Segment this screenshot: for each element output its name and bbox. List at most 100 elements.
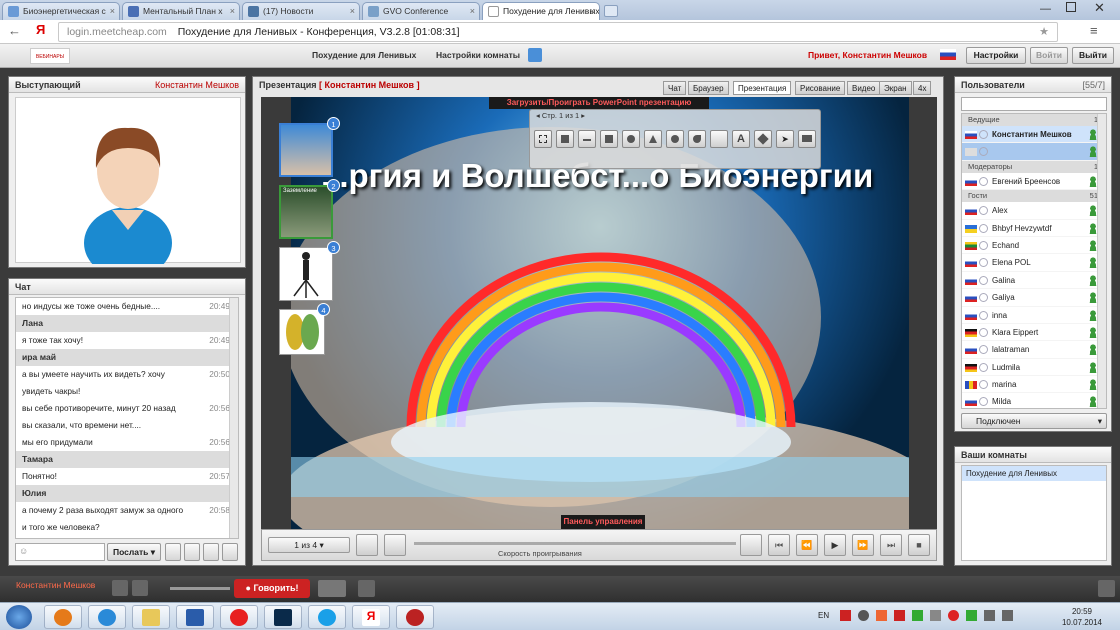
tab-presentation[interactable]: Презентация <box>733 81 792 95</box>
browser-tab[interactable]: Ментальный План х × <box>122 2 240 20</box>
user-group-header[interactable]: Модераторы 1 <box>962 160 1106 173</box>
previous-icon[interactable]: ⏪ <box>796 534 818 556</box>
ellipse-tool-icon[interactable] <box>666 130 684 148</box>
slide-thumbnail-2[interactable]: Заземление <box>279 185 333 239</box>
star-icon[interactable]: ★ <box>1039 25 1049 38</box>
close-icon[interactable]: × <box>110 6 115 16</box>
network-icon[interactable] <box>984 610 995 621</box>
close-icon[interactable]: × <box>230 6 235 16</box>
expand-icon[interactable] <box>1098 580 1115 597</box>
taskbar-app[interactable] <box>308 605 346 629</box>
user-row[interactable]: Константин Мешков <box>962 126 1106 144</box>
chat-messages[interactable]: но индусы же тоже очень бедные.... 20:49 Л… <box>15 297 239 539</box>
pointer-tool-icon[interactable]: ➤ <box>776 130 794 148</box>
screen-tool-icon[interactable] <box>798 130 816 148</box>
tray-icon[interactable] <box>912 610 923 621</box>
taskbar-app[interactable] <box>396 605 434 629</box>
text-tool-icon[interactable]: A <box>732 130 750 148</box>
taskbar-app[interactable] <box>220 605 258 629</box>
users-search-input[interactable] <box>961 97 1107 111</box>
user-row[interactable]: lalatraman <box>962 341 1106 359</box>
user-row[interactable] <box>962 143 1106 161</box>
slide-thumbnail-1[interactable] <box>279 123 333 177</box>
minimize-button[interactable]: — <box>1040 3 1051 15</box>
upload-ppt-button[interactable]: Загрузить/Проиграть PowerPoint презентац… <box>489 97 709 109</box>
taskbar-app[interactable] <box>264 605 302 629</box>
user-row[interactable]: inna <box>962 307 1106 324</box>
maximize-button[interactable] <box>1066 2 1076 12</box>
user-row[interactable]: Echand <box>962 237 1106 255</box>
logout-button[interactable]: Выйти <box>1072 47 1114 64</box>
rectangle-tool-icon[interactable] <box>600 130 618 148</box>
volume-slider[interactable] <box>170 587 230 590</box>
close-icon[interactable]: × <box>470 6 475 16</box>
blank-tool-icon[interactable] <box>710 130 728 148</box>
user-row[interactable]: Klara Eippert <box>962 324 1106 342</box>
browser-tab[interactable]: GVO Conference × <box>362 2 480 20</box>
eraser-tool-icon[interactable] <box>754 130 772 148</box>
lock-icon[interactable] <box>528 48 542 62</box>
close-icon[interactable]: × <box>350 6 355 16</box>
tab-4x[interactable]: 4x <box>913 81 932 95</box>
triangle-tool-icon[interactable] <box>644 130 662 148</box>
user-group-header[interactable]: Гости 51 <box>962 190 1106 203</box>
chat-input[interactable]: ☺ <box>15 543 105 561</box>
menu-icon[interactable]: ≡ <box>1090 23 1098 38</box>
close-window-button[interactable]: ✕ <box>1094 0 1105 16</box>
users-scrollbar[interactable] <box>1097 114 1106 408</box>
russia-flag-icon[interactable] <box>940 49 956 60</box>
user-row[interactable]: Евгений Бреенсов <box>962 173 1106 191</box>
next-icon[interactable]: ⏩ <box>852 534 874 556</box>
login-button[interactable]: Войти <box>1030 47 1068 64</box>
chat-tool-icon[interactable] <box>184 543 200 561</box>
tab-drawing[interactable]: Рисование <box>795 81 846 95</box>
taskbar-app[interactable] <box>88 605 126 629</box>
tray-icon[interactable] <box>840 610 851 621</box>
pencil-tool-icon[interactable] <box>556 130 574 148</box>
user-row[interactable]: Bhbyf Hevzywtdf <box>962 220 1106 237</box>
camera-icon[interactable] <box>132 580 148 596</box>
slide-thumbnail-3[interactable] <box>279 247 333 301</box>
slide-selector[interactable]: 1 из 4 ▾ <box>268 537 350 553</box>
tray-icon[interactable] <box>930 610 941 621</box>
slide-thumbnail-4[interactable] <box>279 309 325 355</box>
users-list[interactable]: Ведущие 1 Константин Мешков Модераторы 1 Евге… <box>961 113 1107 409</box>
list-icon[interactable] <box>356 534 378 556</box>
mic-icon[interactable] <box>112 580 128 596</box>
user-row[interactable]: Galiya <box>962 289 1106 307</box>
clock[interactable]: 20:59 10.07.2014 <box>1052 606 1112 628</box>
user-row[interactable]: Galina <box>962 272 1106 290</box>
user-row[interactable]: Alex <box>962 202 1106 220</box>
browser-tab[interactable]: (17) Новости × <box>242 2 360 20</box>
start-button[interactable] <box>6 605 32 629</box>
tab-browser[interactable]: Браузер <box>688 81 729 95</box>
control-panel-label[interactable]: Панель управления <box>561 515 645 529</box>
user-row[interactable]: Milda <box>962 393 1106 408</box>
settings-button[interactable]: Настройки <box>966 47 1026 64</box>
tray-icon[interactable] <box>876 610 887 621</box>
close-icon[interactable]: × <box>590 6 595 16</box>
status-select[interactable]: Подключен ▾ <box>961 413 1107 429</box>
taskbar-app[interactable]: Я <box>352 605 390 629</box>
send-button[interactable]: Послать ▾ <box>107 543 161 561</box>
select-tool-icon[interactable] <box>534 130 552 148</box>
back-arrow-icon[interactable]: ← <box>8 23 21 38</box>
language-indicator[interactable]: EN <box>818 611 829 620</box>
new-tab-button[interactable] <box>604 5 618 17</box>
play-icon[interactable]: ▶ <box>824 534 846 556</box>
speak-button[interactable]: ● Говорить! <box>234 579 310 598</box>
room-item[interactable]: Похудение для Ленивых <box>962 466 1106 481</box>
tab-chat[interactable]: Чат <box>663 81 687 95</box>
tray-icon[interactable] <box>858 610 869 621</box>
chat-scrollbar[interactable] <box>229 298 238 538</box>
room-settings-link[interactable]: Настройки комнаты <box>436 50 520 60</box>
user-row[interactable]: marina <box>962 376 1106 394</box>
tray-icon[interactable] <box>966 610 977 621</box>
line-tool-icon[interactable] <box>578 130 596 148</box>
volume-icon[interactable] <box>1002 610 1013 621</box>
user-row[interactable]: Ludmila <box>962 359 1106 377</box>
chat-tool-icon[interactable] <box>165 543 181 561</box>
chat-tool-icon[interactable] <box>203 543 219 561</box>
tab-video[interactable]: Видео <box>847 81 881 95</box>
taskbar-app[interactable] <box>176 605 214 629</box>
